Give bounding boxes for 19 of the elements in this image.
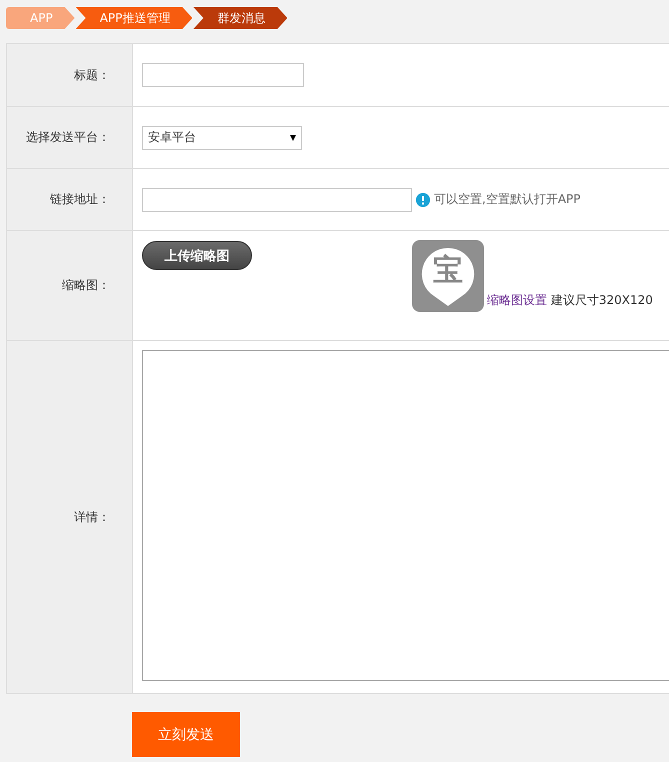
hint-text: 可以空置,空置默认打开APP [434,191,580,208]
link-input[interactable] [142,188,412,212]
info-icon [416,192,430,206]
thumbnail-settings-link[interactable]: 缩略图设置 [487,293,547,307]
field-label: 链接地址： [50,191,110,208]
breadcrumb-item[interactable]: 群发消息 [193,7,288,29]
field-label: 详情： [74,508,110,526]
title-input[interactable] [142,63,304,87]
submit-button[interactable]: 立刻发送 [132,712,240,757]
size-note: 建议尺寸320X120 [550,293,653,307]
app-icon: 宝 [412,240,484,312]
field-label: 标题： [74,66,110,84]
platform-select[interactable]: 安卓平台 [142,126,302,150]
breadcrumb-item[interactable]: APP推送管理 [76,7,192,29]
field-label: 缩略图： [62,277,110,294]
upload-button[interactable]: 上传缩略图 [142,241,252,270]
field-label: 选择发送平台： [26,129,110,146]
caret-icon [290,134,296,140]
detail-textarea[interactable] [142,350,669,681]
